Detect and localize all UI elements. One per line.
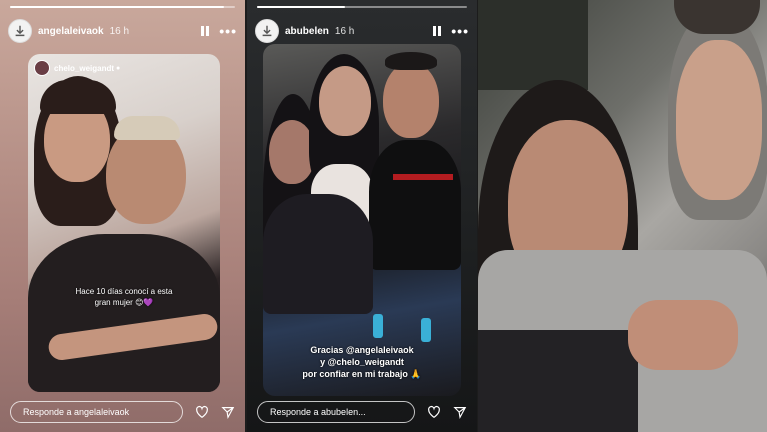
- reply-bar: Responde a angelaleivaok: [10, 400, 235, 424]
- story-progress-fill: [257, 6, 346, 8]
- story-username[interactable]: abubelen: [285, 26, 329, 37]
- more-icon[interactable]: •••: [219, 24, 237, 38]
- photo-person-body: [263, 194, 373, 314]
- heart-icon[interactable]: [427, 405, 441, 419]
- reply-input[interactable]: Responde a abubelen...: [257, 401, 415, 423]
- photo-person-face: [383, 62, 439, 138]
- photo-person-body: [28, 234, 220, 392]
- story-photo: Gracias @angelaleivaok y @chelo_weigandt…: [263, 44, 461, 396]
- photo-person-hair: [114, 116, 180, 140]
- photo-shirt-print: [393, 174, 453, 180]
- caption-line: gran mujer 😊💜: [94, 298, 154, 307]
- story-progress-fill: [10, 6, 224, 8]
- story-caption: Gracias @angelaleivaok y @chelo_weigandt…: [263, 344, 461, 380]
- more-icon[interactable]: •••: [451, 24, 469, 38]
- mention-avatar: [34, 60, 50, 76]
- story-header: abubelen 16 h •••: [255, 18, 469, 44]
- mention-username[interactable]: chelo_weigandt: [54, 64, 114, 73]
- heart-icon[interactable]: [195, 405, 209, 419]
- caption-line: Gracias @angelaleivaok: [310, 345, 414, 355]
- caption-line: por confiar en mi trabajo 🙏: [302, 369, 422, 379]
- send-icon[interactable]: [453, 405, 467, 419]
- photo-person-body: [478, 330, 638, 432]
- download-icon[interactable]: [255, 19, 279, 43]
- story-panel-angelaleivaok: angelaleivaok 16 h ••• chelo_weigandt ● …: [0, 0, 245, 432]
- photo-person-face: [676, 40, 762, 200]
- download-icon[interactable]: [8, 19, 32, 43]
- photo-background-fence: [478, 0, 588, 90]
- photo-shoe: [373, 314, 383, 338]
- story-username[interactable]: angelaleivaok: [38, 26, 104, 37]
- photo-person-face: [319, 66, 371, 136]
- photo-person-hair: [385, 52, 437, 70]
- photo-hands: [628, 300, 738, 370]
- caption-line: y @chelo_weigandt: [320, 357, 404, 367]
- mention-tag[interactable]: chelo_weigandt ●: [34, 60, 120, 76]
- story-progress-bar: [10, 6, 235, 8]
- story-panel-abubelen: abubelen 16 h ••• Gracias @angelaleivaok…: [247, 0, 477, 432]
- story-time: 16 h: [334, 25, 355, 37]
- photo-person-bangs: [40, 80, 116, 114]
- verified-icon: ●: [116, 64, 121, 72]
- photo-shoe: [421, 318, 431, 342]
- couple-photo: [478, 0, 767, 432]
- reply-bar: Responde a abubelen...: [257, 400, 467, 424]
- reposted-story-card: chelo_weigandt ● Hace 10 días conocí a e…: [28, 54, 220, 392]
- send-icon[interactable]: [221, 405, 235, 419]
- pause-icon[interactable]: [433, 26, 442, 36]
- reply-input[interactable]: Responde a angelaleivaok: [10, 401, 183, 423]
- story-time: 16 h: [109, 25, 130, 37]
- story-caption: Hace 10 días conocí a esta gran mujer 😊💜: [28, 286, 220, 308]
- photo-person-body: [369, 140, 461, 270]
- story-progress-bar: [257, 6, 467, 8]
- pause-icon[interactable]: [201, 26, 210, 36]
- story-header: angelaleivaok 16 h •••: [8, 18, 237, 44]
- caption-line: Hace 10 días conocí a esta: [75, 287, 173, 296]
